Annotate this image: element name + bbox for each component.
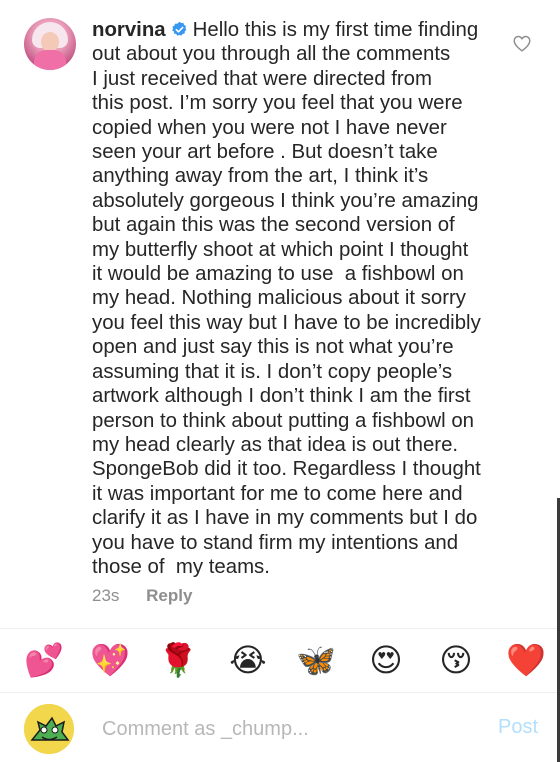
sparkling-heart-emoji[interactable]: 💖 [90,640,130,680]
verified-badge-icon [171,21,186,36]
comment-timestamp: 23s [92,586,120,605]
butterfly-emoji[interactable]: 🦋 [296,640,336,680]
red-heart-emoji[interactable]: ❤️ [506,640,546,680]
comment-meta: 23s Reply [92,586,192,606]
emoji-quick-bar: 💕 💖 🌹 😭 🦋 😍 😚 ❤️ [0,630,560,692]
comment-composer: Post [0,694,560,762]
heart-eyes-emoji[interactable]: 😍 [366,640,406,680]
kissing-face-emoji[interactable]: 😚 [436,640,476,680]
avatar-face [41,32,59,52]
commenter-avatar[interactable] [24,18,76,70]
two-hearts-emoji[interactable]: 💕 [24,640,64,680]
rose-emoji[interactable]: 🌹 [158,640,198,680]
comment-input[interactable] [102,716,462,742]
comment-text: norvina Hello this is my first time findi… [92,18,500,579]
my-avatar [24,704,74,754]
comment-body: Hello this is my first time finding out … [92,19,481,578]
reply-button[interactable]: Reply [146,586,192,605]
avatar-illustration [24,704,74,754]
divider-bottom [0,692,560,693]
divider-top [0,628,560,629]
comment-username[interactable]: norvina [92,19,166,41]
heart-outline-icon[interactable] [512,34,532,52]
post-button[interactable]: Post [498,716,538,739]
crying-face-emoji[interactable]: 😭 [228,640,268,680]
avatar-body [34,50,66,70]
comment-item: norvina Hello this is my first time findi… [0,0,560,628]
